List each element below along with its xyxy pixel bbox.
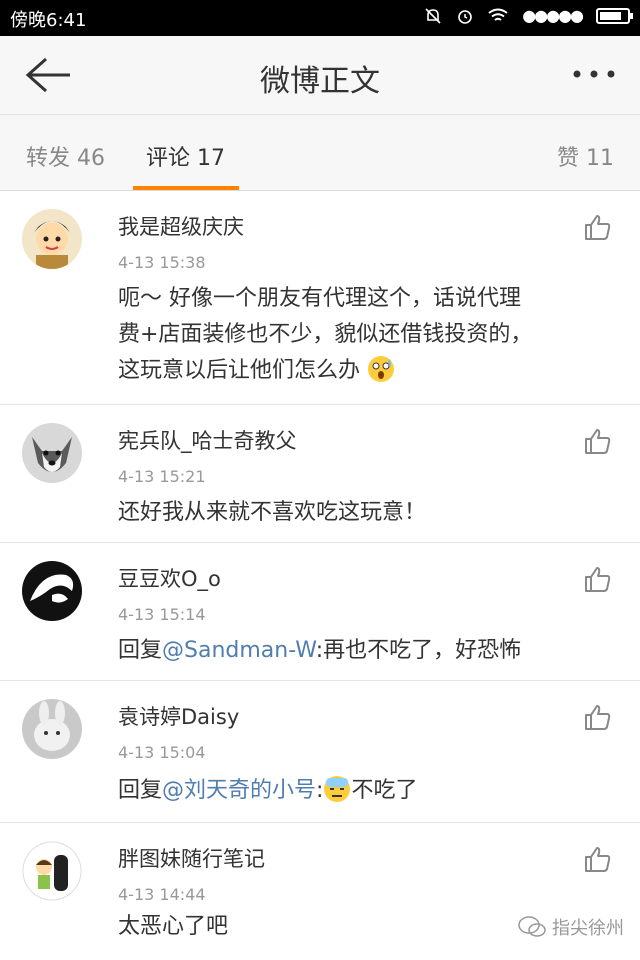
top-bar: 微博正文 [0, 36, 640, 115]
tab-comments[interactable]: 评论 17 [146, 140, 225, 172]
avatar[interactable] [22, 209, 82, 269]
mention-link[interactable]: @Sandman-W [162, 638, 316, 663]
avatar[interactable] [22, 561, 82, 621]
watermark-text: 指尖徐州 [552, 918, 624, 939]
comment-text-line: 费+店面装修也不少，貌似还借钱投资的， [118, 322, 533, 347]
status-bar: 傍晚6:41 ●●●●● [0, 0, 640, 36]
comment-time: 4-13 15:21 [118, 467, 206, 486]
thumbs-up-icon[interactable] [584, 213, 612, 241]
comment-username[interactable]: 豆豆欢O_o [118, 563, 221, 593]
comment-text: 呃～ 好像一个朋友有代理这个，话说代理 费+店面装修也不少，貌似还借钱投资的， … [118, 281, 618, 389]
comment-time: 4-13 15:38 [118, 253, 206, 272]
shocked-emoji-icon [368, 356, 395, 382]
comment-username[interactable]: 我是超级庆庆 [118, 211, 244, 241]
tab-likes[interactable]: 赞 11 [557, 140, 614, 172]
avatar-image [22, 561, 82, 621]
comment-separator: : [316, 778, 324, 803]
alarm-icon [458, 9, 472, 24]
more-options-icon[interactable] [572, 62, 616, 86]
status-icons: ●●●●● [424, 6, 633, 25]
tab-bar: 转发 46 评论 17 赞 11 [0, 116, 640, 191]
thumbs-up-icon[interactable] [584, 427, 612, 455]
comment-text-line: 呃～ 好像一个朋友有代理这个，话说代理 [118, 286, 521, 311]
comment-text-line-3: 这玩意以后让他们怎么办 [118, 353, 618, 389]
comment-time: 4-13 15:04 [118, 743, 206, 762]
avatar-image [22, 423, 82, 483]
comment-text: 回复@Sandman-W:再也不吃了，好恐怖 [118, 633, 618, 669]
avatar[interactable] [22, 423, 82, 483]
thumbs-up-icon[interactable] [584, 565, 612, 593]
comment-item: 袁诗婷Daisy 4-13 15:04 回复@刘天奇的小号: 不吃了 [0, 681, 640, 823]
sweat-emoji-icon [324, 776, 351, 802]
comment-body: :再也不吃了，好恐怖 [315, 638, 522, 663]
avatar-image [22, 209, 82, 269]
comment-text: 回复@刘天奇的小号: 不吃了 [118, 773, 618, 809]
comment-time: 4-13 14:44 [118, 885, 206, 904]
comment-item: 豆豆欢O_o 4-13 15:14 回复@Sandman-W:再也不吃了，好恐怖 [0, 543, 640, 681]
comment-username[interactable]: 宪兵队_哈士奇教父 [118, 425, 297, 455]
mute-icon [425, 7, 441, 24]
active-tab-indicator [133, 186, 239, 190]
comment-item: 我是超级庆庆 4-13 15:38 呃～ 好像一个朋友有代理这个，话说代理 费+… [0, 191, 640, 405]
avatar[interactable] [22, 841, 82, 901]
signal-icon: ●●●●● [522, 6, 584, 25]
reply-prefix: 回复 [118, 778, 163, 803]
thumbs-up-icon[interactable] [584, 845, 612, 873]
comment-list: 我是超级庆庆 4-13 15:38 呃～ 好像一个朋友有代理这个，话说代理 费+… [0, 191, 640, 960]
wifi-icon [488, 8, 508, 21]
avatar[interactable] [22, 699, 82, 759]
comment-item: 宪兵队_哈士奇教父 4-13 15:21 还好我从来就不喜欢吃这玩意！ [0, 405, 640, 543]
reply-prefix: 回复 [118, 638, 163, 663]
comment-body: 不吃了 [351, 778, 418, 803]
comment-time: 4-13 15:14 [118, 605, 206, 624]
status-time: 傍晚6:41 [10, 10, 87, 31]
thumbs-up-icon[interactable] [584, 703, 612, 731]
avatar-image [22, 841, 82, 901]
avatar-image [22, 699, 82, 759]
page-title: 微博正文 [260, 64, 380, 99]
comment-text: 还好我从来就不喜欢吃这玩意！ [118, 500, 427, 525]
battery-icon [596, 7, 633, 24]
mention-link[interactable]: @刘天奇的小号 [162, 778, 316, 803]
watermark: 指尖徐州 [518, 914, 624, 940]
tab-reposts[interactable]: 转发 46 [26, 140, 105, 172]
comment-username[interactable]: 胖图妹随行笔记 [118, 843, 265, 873]
wechat-icon [518, 916, 546, 937]
comment-username[interactable]: 袁诗婷Daisy [118, 701, 239, 731]
